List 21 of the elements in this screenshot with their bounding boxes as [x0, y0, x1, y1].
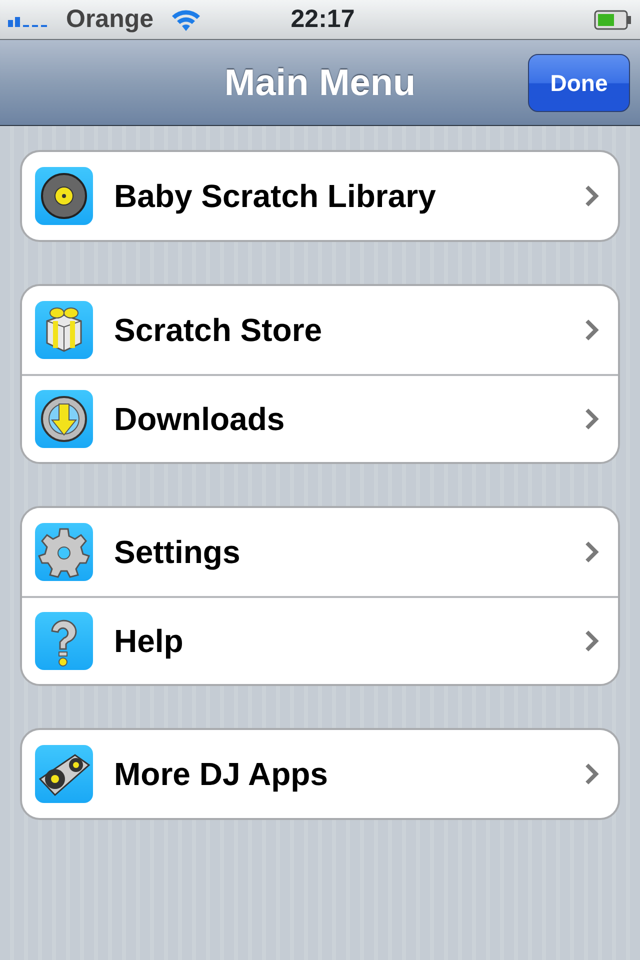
- download-icon: [35, 390, 93, 448]
- nav-title: Main Menu: [224, 60, 416, 105]
- turntables-icon: [35, 745, 93, 803]
- chevron-icon: [584, 184, 600, 208]
- chevron-icon: [584, 540, 600, 564]
- done-button[interactable]: Done: [528, 54, 630, 112]
- menu-item[interactable]: Baby Scratch Library: [22, 152, 618, 240]
- battery-icon: [594, 10, 632, 30]
- menu-item[interactable]: More DJ Apps: [22, 730, 618, 818]
- chevron-icon: [584, 407, 600, 431]
- menu-item[interactable]: Help: [22, 596, 618, 684]
- gear-icon: [35, 523, 93, 581]
- chevron-icon: [584, 629, 600, 653]
- menu-item[interactable]: Downloads: [22, 374, 618, 462]
- chevron-icon: [584, 318, 600, 342]
- gift-icon: [35, 301, 93, 359]
- chevron-icon: [584, 762, 600, 786]
- help-icon: [35, 612, 93, 670]
- status-time: 22:17: [290, 4, 356, 35]
- carrier-name: Orange: [66, 4, 154, 35]
- record-icon: [35, 167, 93, 225]
